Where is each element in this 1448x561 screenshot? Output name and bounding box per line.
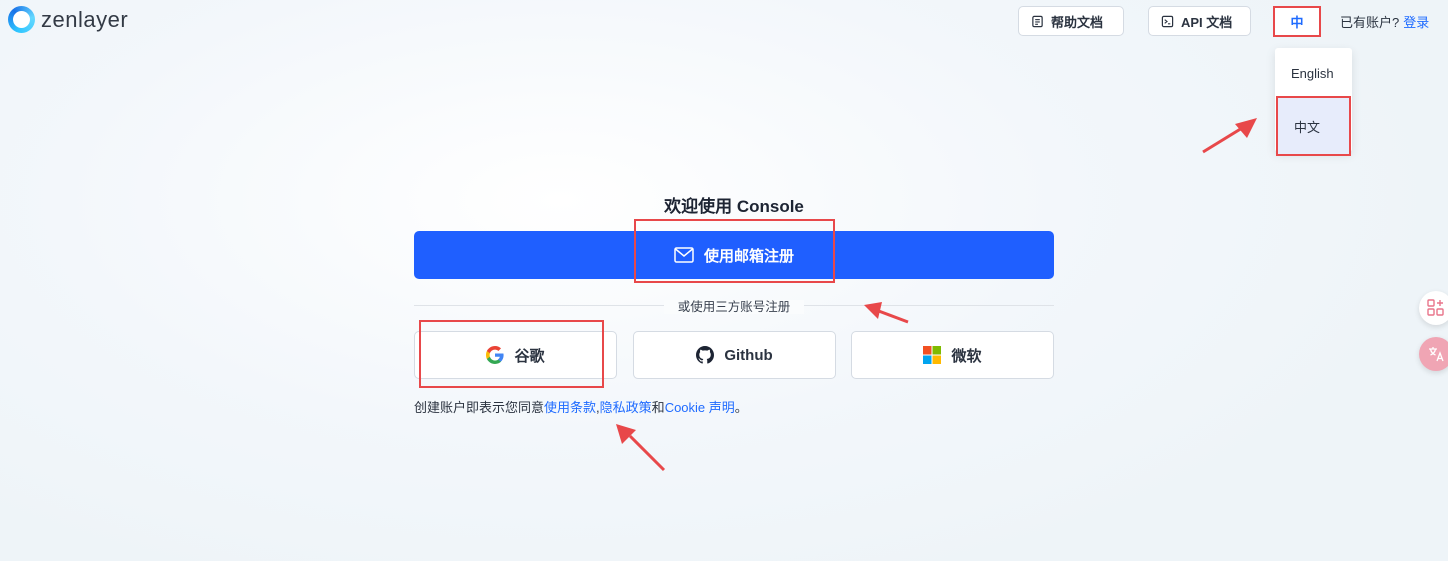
third-party-divider: 或使用三方账号注册 — [414, 296, 1054, 315]
github-icon — [696, 346, 715, 364]
annotation-arrow-language — [1202, 118, 1257, 154]
help-docs-button[interactable]: 帮助文档 — [1018, 6, 1124, 36]
translate-float-button[interactable] — [1419, 337, 1448, 371]
mail-icon — [674, 247, 694, 263]
email-signup-button[interactable]: 使用邮箱注册 — [414, 231, 1054, 279]
privacy-policy-link[interactable]: 隐私政策 — [600, 400, 652, 415]
terms-of-use-link[interactable]: 使用条款 — [544, 400, 596, 415]
zenlayer-logo-icon — [8, 6, 35, 33]
apps-float-button[interactable] — [1419, 291, 1448, 325]
microsoft-signup-button[interactable]: 微软 — [851, 331, 1054, 379]
email-signup-label: 使用邮箱注册 — [703, 247, 794, 265]
has-account-text: 已有账户? — [1340, 15, 1400, 30]
brand-name: zenlayer — [41, 6, 129, 32]
help-docs-label: 帮助文档 — [1051, 14, 1104, 30]
api-docs-button[interactable]: API 文档 — [1148, 6, 1251, 36]
terms-and: 和 — [651, 400, 665, 415]
lang-option-chinese[interactable]: 中文 — [1276, 96, 1351, 156]
microsoft-label: 微软 — [951, 347, 982, 365]
annotation-arrow-terms — [616, 424, 666, 472]
github-signup-button[interactable]: Github — [633, 331, 836, 379]
terms-end: 。 — [734, 400, 748, 415]
brand-logo[interactable]: zenlayer — [8, 6, 128, 33]
cookie-statement-link[interactable]: Cookie 声明 — [665, 400, 735, 415]
microsoft-icon — [923, 346, 942, 364]
google-label: 谷歌 — [514, 347, 545, 365]
github-label: Github — [724, 346, 773, 364]
google-signup-button[interactable]: 谷歌 — [414, 331, 617, 379]
document-icon — [1032, 15, 1043, 27]
language-menu: English 中文 — [1275, 48, 1352, 156]
page-title: 欢迎使用 Console — [664, 197, 804, 216]
has-account-prompt: 已有账户? 登录 — [1340, 12, 1429, 31]
divider-label: 或使用三方账号注册 — [663, 300, 805, 314]
translate-icon — [1429, 347, 1444, 362]
language-toggle[interactable]: 中 — [1273, 6, 1321, 37]
api-docs-label: API 文档 — [1181, 14, 1233, 30]
terms-prefix: 创建账户即表示您同意 — [414, 400, 545, 415]
apps-icon — [1427, 299, 1444, 316]
lang-option-english[interactable]: English — [1275, 50, 1352, 96]
google-icon — [486, 346, 505, 364]
login-link[interactable]: 登录 — [1403, 15, 1429, 30]
terms-notice: 创建账户即表示您同意使用条款,隐私政策和Cookie 声明。 — [414, 397, 748, 416]
terminal-icon — [1161, 15, 1174, 27]
